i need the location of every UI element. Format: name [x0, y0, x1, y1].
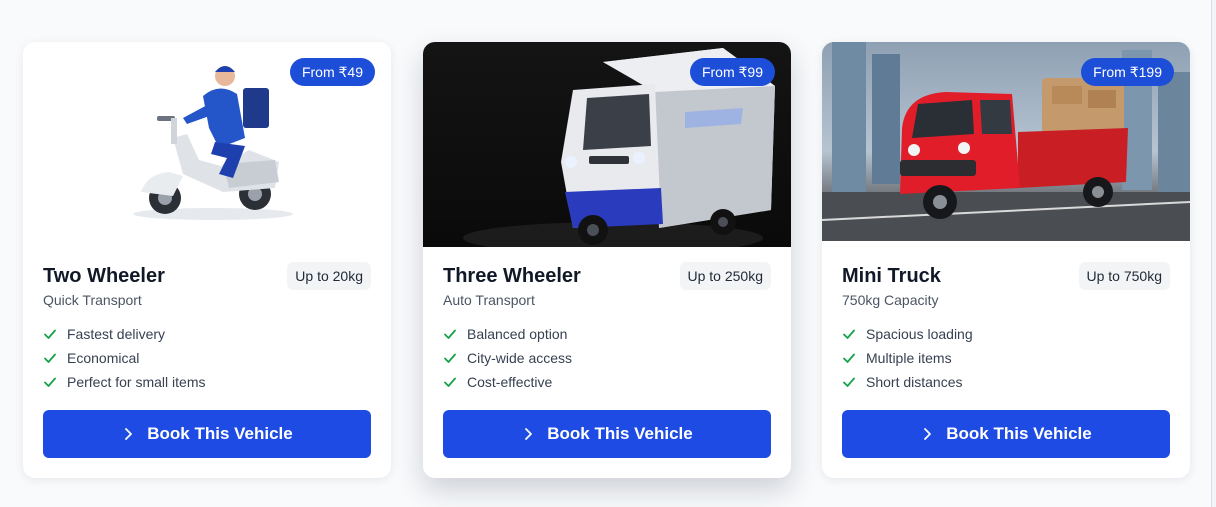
vehicle-title: Three Wheeler — [443, 265, 581, 287]
check-icon — [444, 329, 456, 339]
scrollbar[interactable] — [1211, 0, 1216, 507]
feature-label: Economical — [67, 350, 140, 366]
feature-item: Multiple items — [842, 346, 973, 370]
chevron-right-icon — [924, 428, 932, 440]
vehicle-image: From ₹99 — [423, 42, 791, 247]
book-button-label: Book This Vehicle — [946, 424, 1092, 443]
feature-label: Perfect for small items — [67, 374, 206, 390]
price-badge: From ₹49 — [289, 58, 375, 86]
check-icon — [843, 353, 855, 363]
feature-item: Cost-effective — [443, 370, 572, 394]
feature-label: Balanced option — [467, 326, 568, 342]
check-icon — [44, 329, 56, 339]
book-button-label: Book This Vehicle — [147, 424, 293, 443]
check-icon — [843, 377, 855, 387]
feature-item: Balanced option — [443, 322, 572, 346]
price-badge: From ₹99 — [689, 58, 775, 86]
vehicle-image: From ₹49 — [23, 42, 391, 246]
price-badge: From ₹199 — [1081, 58, 1174, 86]
capacity-badge: Up to 250kg — [679, 262, 771, 290]
book-vehicle-button[interactable]: Book This Vehicle — [43, 410, 371, 458]
chevron-right-icon — [125, 428, 133, 440]
vehicle-title: Mini Truck — [842, 265, 941, 287]
vehicle-card-three-wheeler: From ₹99 Three Wheeler Up to 250kg Auto … — [423, 42, 791, 478]
vehicle-subtitle: 750kg Capacity — [842, 292, 939, 308]
vehicle-image: From ₹199 — [822, 42, 1190, 241]
check-icon — [843, 329, 855, 339]
check-icon — [444, 353, 456, 363]
feature-label: Fastest delivery — [67, 326, 166, 342]
book-vehicle-button[interactable]: Book This Vehicle — [443, 410, 771, 458]
feature-item: Perfect for small items — [43, 370, 205, 394]
vehicle-cards: From ₹49 Two Wheeler Up to 20kg Quick Tr… — [0, 0, 1212, 507]
book-vehicle-button[interactable]: Book This Vehicle — [842, 410, 1170, 458]
chevron-right-icon — [525, 428, 533, 440]
check-icon — [44, 353, 56, 363]
feature-label: Cost-effective — [467, 374, 553, 390]
vehicle-subtitle: Auto Transport — [443, 292, 535, 308]
feature-item: City-wide access — [443, 346, 572, 370]
feature-item: Economical — [43, 346, 205, 370]
feature-label: City-wide access — [467, 350, 573, 366]
check-icon — [444, 377, 456, 387]
check-icon — [44, 377, 56, 387]
capacity-badge: Up to 20kg — [287, 262, 371, 290]
vehicle-card-mini-truck: From ₹199 Mini Truck Up to 750kg 750kg C… — [822, 42, 1190, 478]
vehicle-title: Two Wheeler — [43, 265, 165, 287]
feature-item: Short distances — [842, 370, 973, 394]
book-button-label: Book This Vehicle — [547, 424, 693, 443]
feature-list: Fastest delivery Economical Perfect for … — [43, 322, 205, 394]
feature-item: Fastest delivery — [43, 322, 205, 346]
feature-list: Balanced option City-wide access Cost-ef… — [443, 322, 572, 394]
feature-label: Multiple items — [866, 350, 952, 366]
vehicle-subtitle: Quick Transport — [43, 292, 142, 308]
feature-label: Short distances — [866, 374, 963, 390]
feature-item: Spacious loading — [842, 322, 973, 346]
vehicle-card-two-wheeler: From ₹49 Two Wheeler Up to 20kg Quick Tr… — [23, 42, 391, 478]
feature-label: Spacious loading — [866, 326, 973, 342]
capacity-badge: Up to 750kg — [1078, 262, 1170, 290]
feature-list: Spacious loading Multiple items Short di… — [842, 322, 973, 394]
